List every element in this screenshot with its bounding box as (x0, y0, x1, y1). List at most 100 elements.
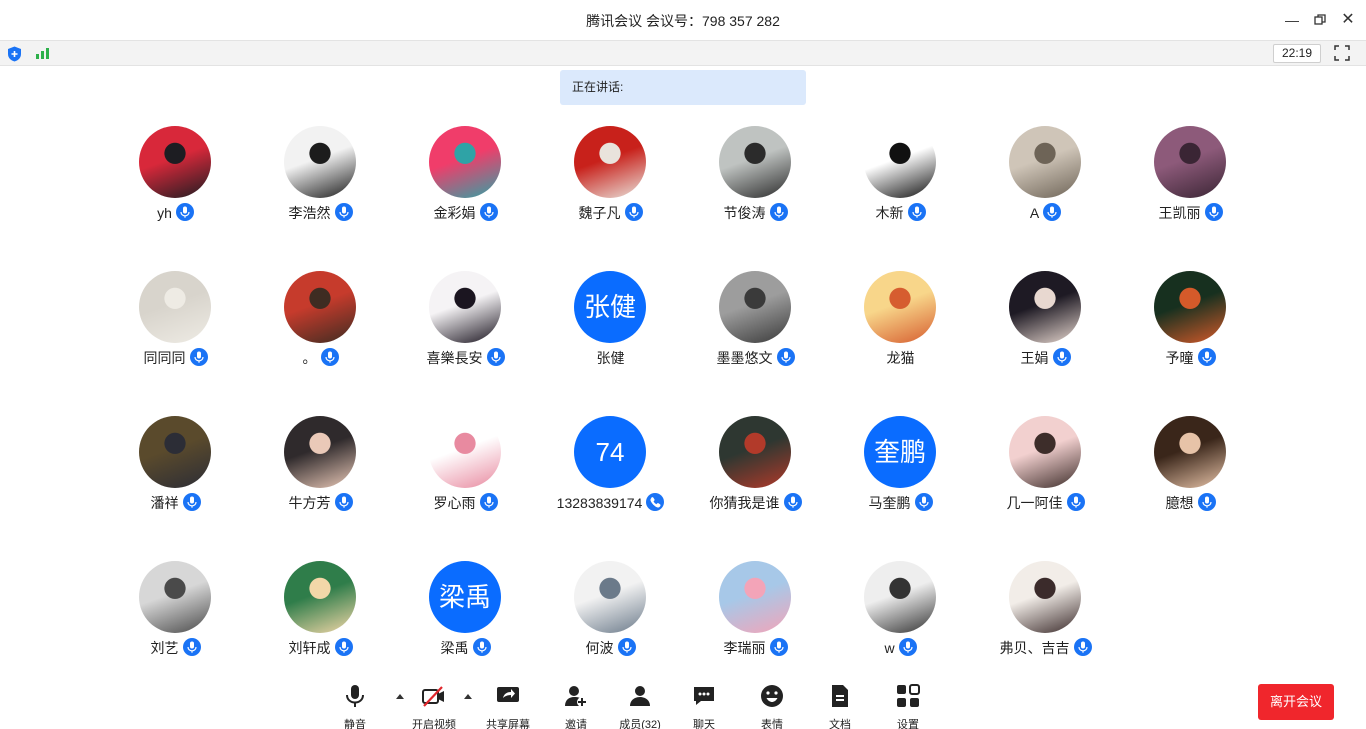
participant-tile[interactable]: 王娟 (973, 271, 1118, 411)
docs-label: 文档 (829, 719, 851, 729)
participant-name: 臆想 (1165, 495, 1194, 512)
participant-name: 王凯丽 (1158, 205, 1201, 222)
docs-button[interactable]: 文档 (810, 684, 870, 729)
mute-label: 静音 (344, 719, 366, 729)
fullscreen-icon[interactable] (1334, 45, 1350, 61)
participant-tile[interactable]: 。 (248, 271, 393, 411)
members-button[interactable]: 成员(32) (610, 684, 670, 729)
window-title: 腾讯会议 会议号：798 357 282 (586, 13, 780, 29)
avatar (719, 271, 791, 343)
participant-tile[interactable]: 墨墨悠文 (683, 271, 828, 411)
participant-name: w (884, 640, 895, 657)
mic-icon (182, 638, 201, 657)
participant-tile[interactable]: 龙猫 (828, 271, 973, 411)
participant-tile[interactable]: 牛方芳 (248, 416, 393, 556)
participant-name: 几一阿佳 (1006, 495, 1063, 512)
avatar (1154, 416, 1226, 488)
participant-tile[interactable]: 同同同 (103, 271, 248, 411)
avatar (284, 271, 356, 343)
participant-name: 何波 (585, 640, 614, 657)
avatar (1009, 561, 1081, 633)
share-screen-button[interactable]: 共享屏幕 (478, 684, 538, 729)
avatar (719, 561, 791, 633)
mic-icon (624, 203, 643, 222)
participant-tile[interactable]: 罗心雨 (393, 416, 538, 556)
participant-tile[interactable]: 王凯丽 (1118, 126, 1263, 266)
avatar (1009, 126, 1081, 198)
participant-tile[interactable]: 金彩娟 (393, 126, 538, 266)
chat-icon (694, 687, 714, 705)
participant-tile[interactable]: 张健 张健 (538, 271, 683, 411)
emoji-icon (761, 685, 783, 707)
mute-button[interactable]: 静音 (325, 684, 385, 729)
participant-name: 牛方芳 (288, 495, 331, 512)
settings-icon (897, 684, 920, 707)
minimize-icon[interactable]: — (1282, 10, 1302, 30)
avatar (864, 271, 936, 343)
participant-name: 金彩娟 (433, 205, 476, 222)
participant-name: 罗心雨 (433, 495, 476, 512)
mic-icon (776, 348, 795, 367)
mic-icon (907, 203, 926, 222)
avatar (139, 271, 211, 343)
mic-icon (1066, 493, 1085, 512)
avatar (139, 416, 211, 488)
members-icon (630, 686, 650, 706)
participant-tile[interactable]: 潘祥 (103, 416, 248, 556)
emoji-button[interactable]: 表情 (742, 684, 802, 729)
shield-icon[interactable] (7, 46, 22, 62)
participant-caption: 弗贝、吉吉 (953, 637, 1138, 657)
participant-name: 潘祥 (150, 495, 179, 512)
participant-tile[interactable]: 木新 (828, 126, 973, 266)
close-icon[interactable]: ✕ (1338, 10, 1358, 30)
video-label: 开启视频 (412, 719, 456, 729)
participant-name: 王娟 (1020, 350, 1049, 367)
status-bar: 22:19 (0, 40, 1366, 66)
mic-icon (334, 203, 353, 222)
mic-icon (334, 493, 353, 512)
participant-caption: 臆想 (1098, 492, 1283, 512)
video-off-icon (422, 686, 444, 707)
avatar (429, 271, 501, 343)
chat-label: 聊天 (693, 719, 715, 729)
mic-icon (914, 493, 933, 512)
participant-caption: 王凯丽 (1098, 202, 1283, 222)
phone-icon (646, 493, 665, 512)
participant-tile[interactable]: 74 13283839174 (538, 416, 683, 556)
avatar (574, 561, 646, 633)
chat-button[interactable]: 聊天 (674, 684, 734, 729)
mic-icon (479, 493, 498, 512)
avatar (574, 126, 646, 198)
participant-tile[interactable]: 喜樂長安 (393, 271, 538, 411)
participant-tile[interactable]: A (973, 126, 1118, 266)
participant-tile[interactable]: 节俊涛 (683, 126, 828, 266)
participant-tile[interactable]: 你猜我是谁 (683, 416, 828, 556)
mic-icon (898, 638, 917, 657)
participant-tile[interactable]: 臆想 (1118, 416, 1263, 556)
mic-icon (1204, 203, 1223, 222)
restore-icon[interactable] (1310, 10, 1330, 30)
participant-tile[interactable]: 奎鹏 马奎鹏 (828, 416, 973, 556)
participant-tile[interactable]: 李浩然 (248, 126, 393, 266)
invite-button[interactable]: 邀请 (546, 684, 606, 729)
leave-meeting-button[interactable]: 离开会议 (1258, 684, 1334, 720)
participant-tile[interactable]: 予曈 (1118, 271, 1263, 411)
participant-name: 喜樂長安 (426, 350, 483, 367)
participant-tile[interactable]: 魏子凡 (538, 126, 683, 266)
mic-icon (1073, 638, 1092, 657)
docs-icon (832, 685, 848, 707)
signal-icon[interactable] (34, 45, 52, 61)
settings-button[interactable]: 设置 (878, 684, 938, 729)
participant-name: 李瑞丽 (723, 640, 766, 657)
avatar (429, 416, 501, 488)
meeting-clock: 22:19 (1273, 44, 1321, 63)
video-button[interactable]: 开启视频 (404, 684, 464, 729)
participant-tile[interactable]: 几一阿佳 (973, 416, 1118, 556)
participant-name: 李浩然 (288, 205, 331, 222)
participant-tile[interactable]: yh (103, 126, 248, 266)
participant-name: 马奎鹏 (868, 495, 911, 512)
video-options-caret[interactable] (463, 692, 473, 700)
participant-name: 刘轩成 (288, 640, 331, 657)
avatar (139, 561, 211, 633)
avatar (719, 126, 791, 198)
